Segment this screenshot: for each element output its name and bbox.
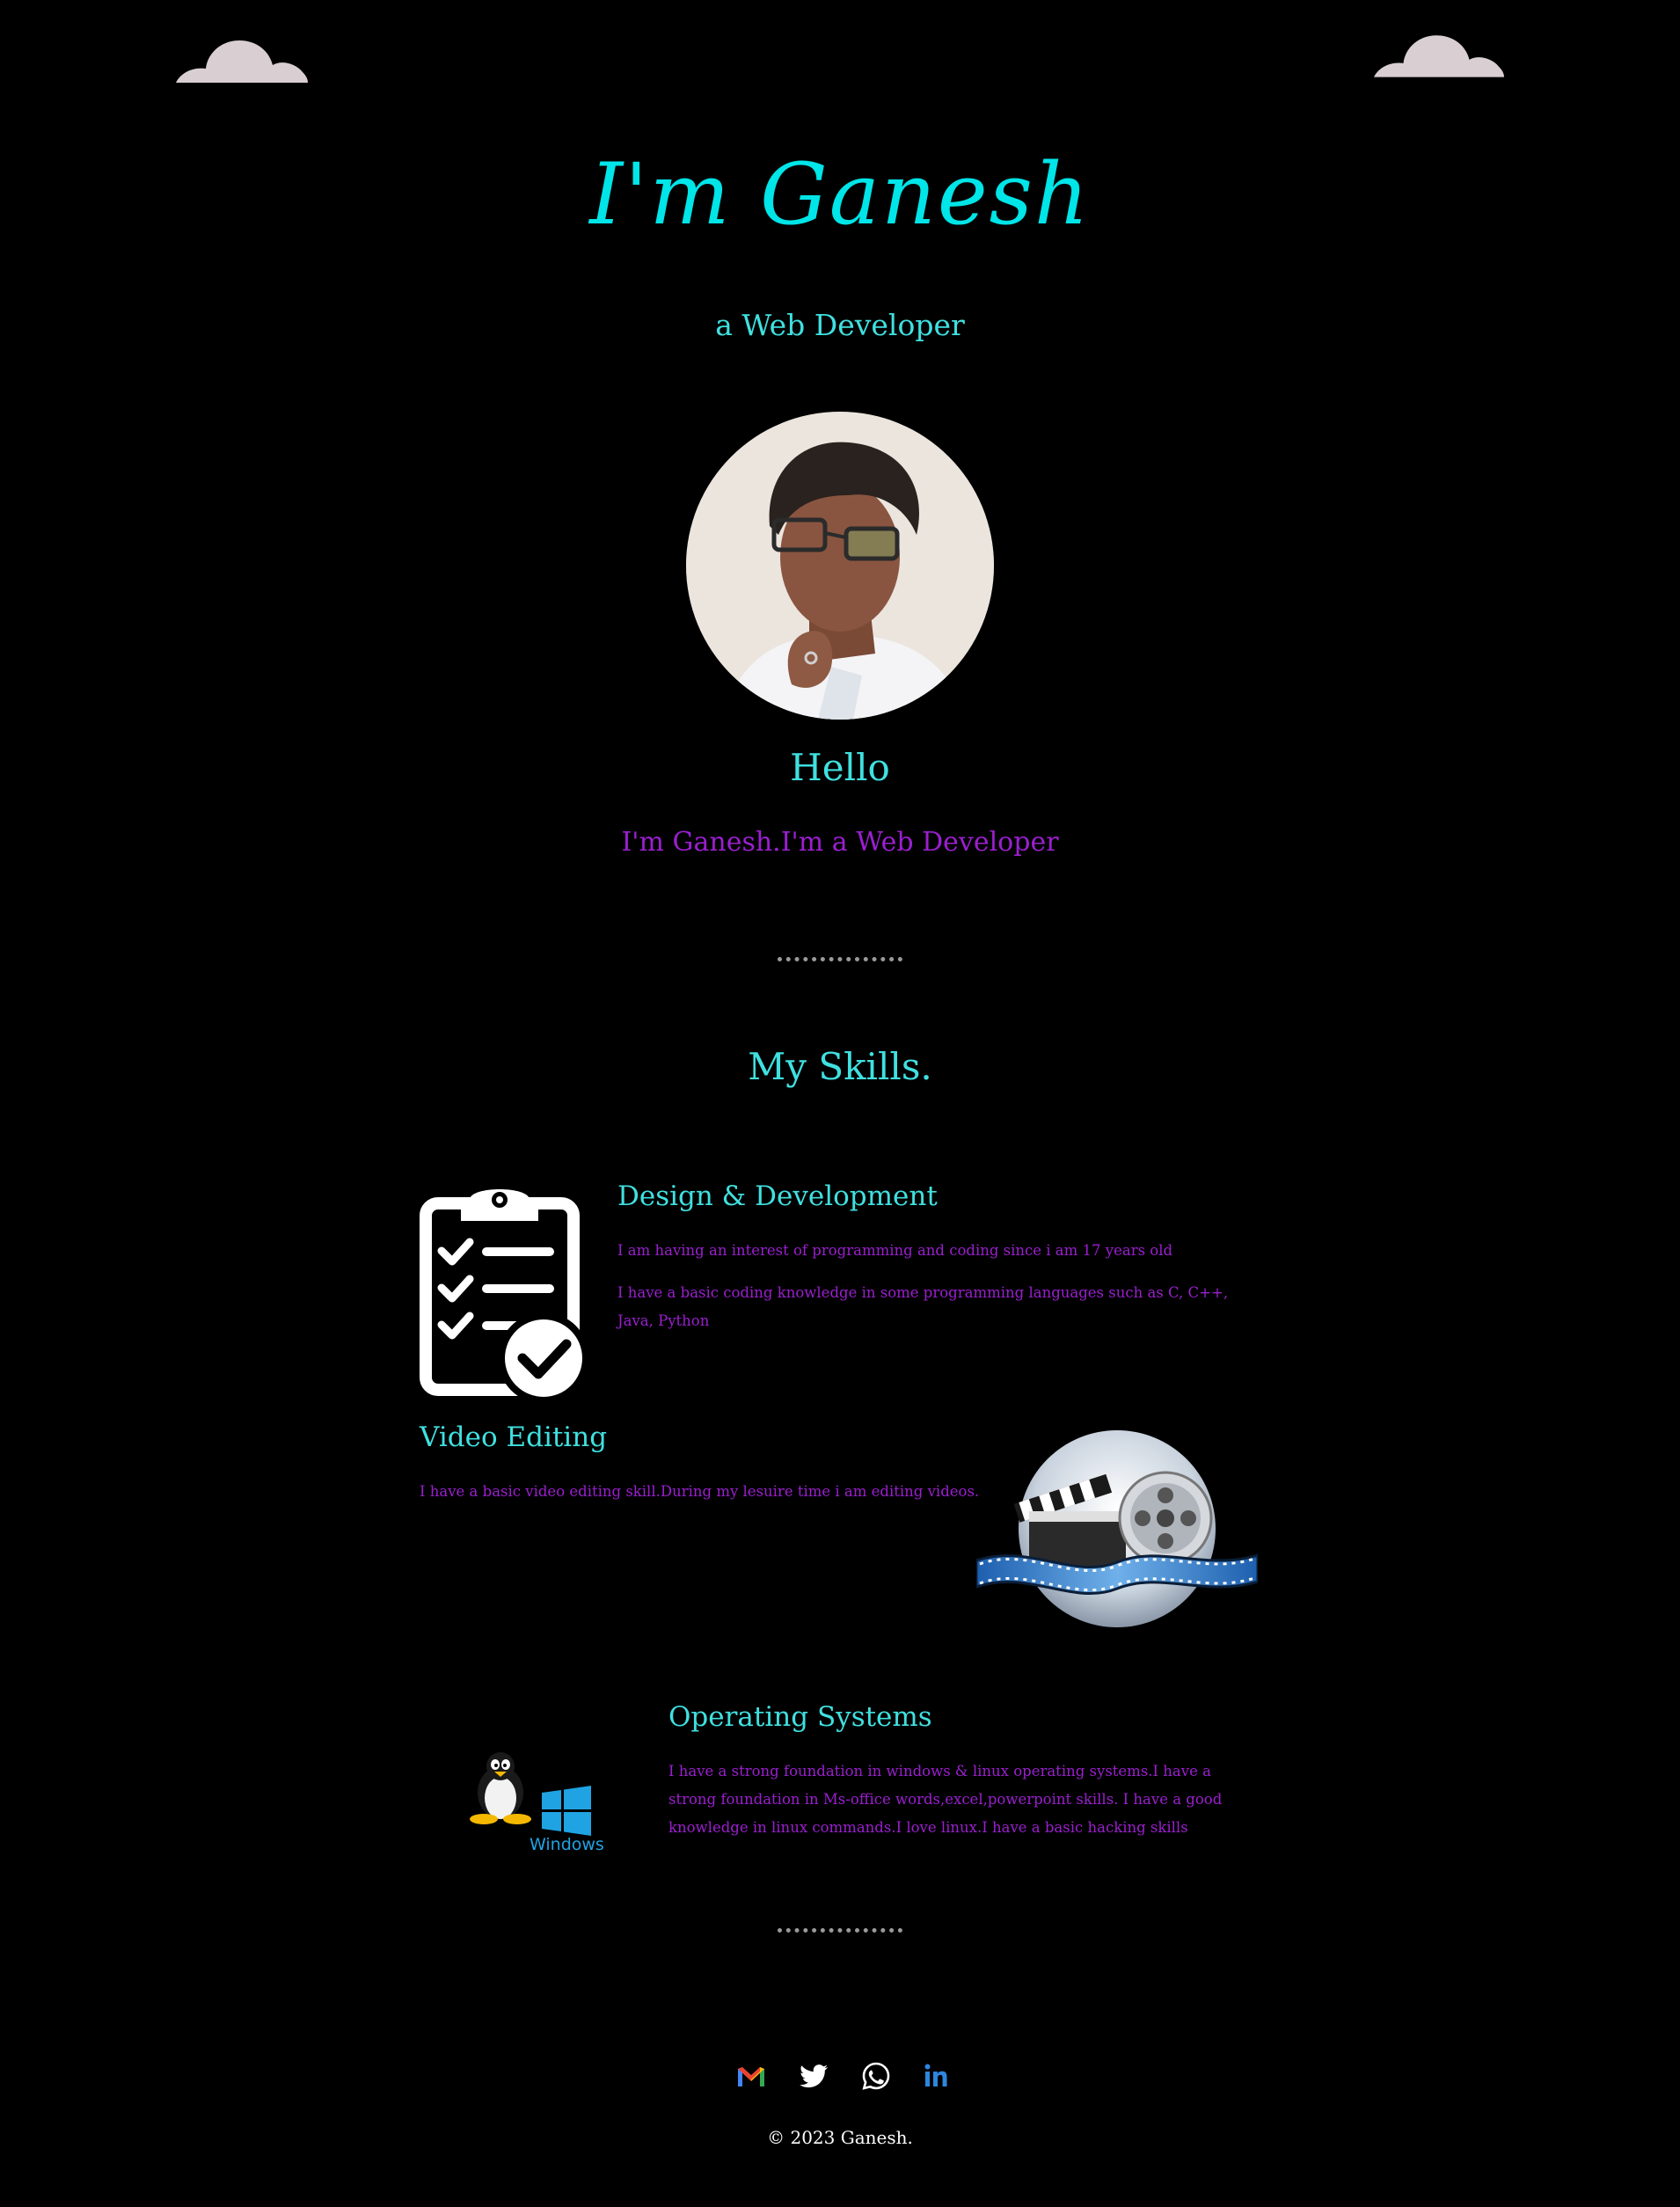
- skill-title-video: Video Editing: [420, 1421, 608, 1453]
- linkedin-icon[interactable]: [920, 2060, 952, 2092]
- skill-text-design-1: I am having an interest of programming a…: [617, 1242, 1173, 1259]
- section-divider-bottom: [778, 1928, 902, 1933]
- skills-heading: My Skills.: [748, 1045, 932, 1088]
- video-editing-icon: [976, 1430, 1258, 1627]
- windows-logo-label: Windows: [530, 1835, 604, 1854]
- gmail-icon[interactable]: [735, 2060, 767, 2092]
- skill-text-os: I have a strong foundation in windows & …: [668, 1763, 1223, 1836]
- clipboard-check-icon: [420, 1189, 589, 1402]
- linux-tux-icon: [470, 1752, 531, 1824]
- profile-avatar: [686, 412, 994, 720]
- copyright-text: © 2023 Ganesh.: [767, 2127, 913, 2148]
- skill-title-os: Operating Systems: [668, 1701, 932, 1733]
- cloud-left-image: [176, 40, 308, 83]
- greeting-heading: Hello: [790, 746, 890, 789]
- twitter-icon[interactable]: [799, 2060, 830, 2092]
- skill-title-design: Design & Development: [617, 1180, 938, 1212]
- skill-text-video: I have a basic video editing skill.Durin…: [420, 1483, 980, 1500]
- cloud-right-image: [1373, 35, 1505, 77]
- whatsapp-icon[interactable]: [860, 2060, 892, 2092]
- hero-role-subtitle: a Web Developer: [715, 308, 965, 342]
- intro-text: I'm Ganesh.I'm a Web Developer: [621, 827, 1059, 858]
- section-divider-top: [778, 957, 902, 961]
- hero-name-heading: I'm Ganesh: [589, 145, 1091, 244]
- skill-text-design-2: I have a basic coding knowledge in some …: [617, 1284, 1229, 1329]
